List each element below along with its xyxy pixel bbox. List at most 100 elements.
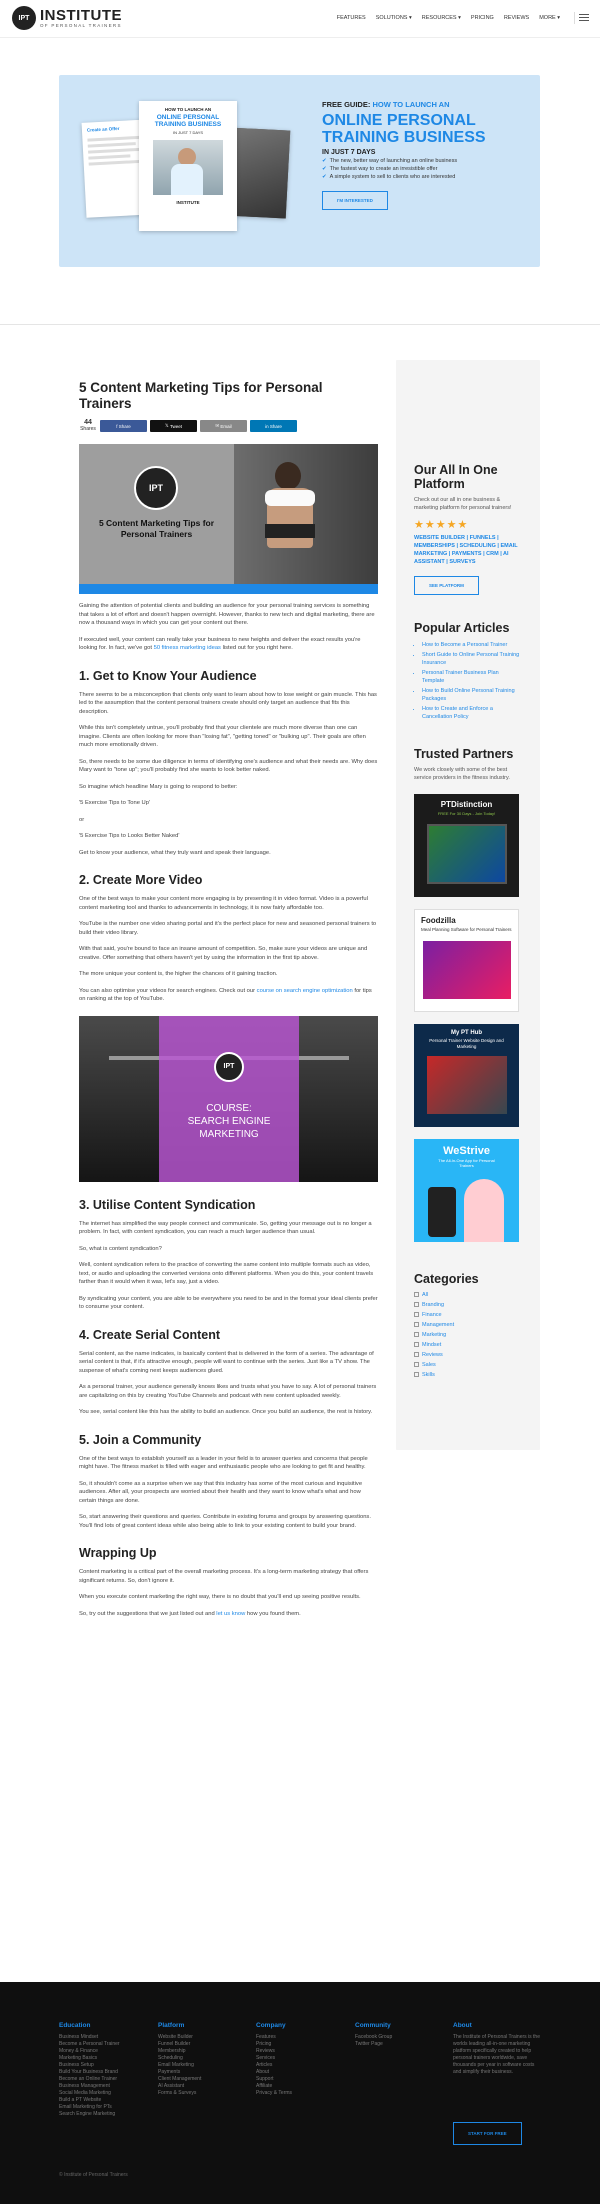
partner-mypthub-ad[interactable]: My PT Hub Personal Trainer Website Desig… bbox=[414, 1023, 519, 1127]
nav-more[interactable]: MORE ▾ bbox=[539, 15, 560, 21]
partners-description: We work closely with some of the best se… bbox=[414, 766, 510, 781]
paragraph: So, it shouldn't come as a surprise when… bbox=[79, 1480, 363, 1504]
article-body: 5 Content Marketing Tips for Personal Tr… bbox=[79, 380, 378, 1618]
platform-features: WEBSITE BUILDER | FUNNELS | MEMBERSHIPS … bbox=[414, 534, 518, 565]
partner-ptdistinction-ad[interactable]: PTDistinction FREE For 30 Days - Join To… bbox=[414, 793, 519, 897]
partner-westrive-ad[interactable]: WeStrive The All-In-One App for Personal… bbox=[414, 1138, 519, 1242]
check-icon: ✔ bbox=[322, 174, 327, 180]
nav-pricing[interactable]: PRICING bbox=[471, 15, 494, 21]
email-share-button[interactable]: ✉ Email bbox=[200, 420, 247, 432]
footer-platform-col: Platform Website Builder Funnel Builder Me… bbox=[158, 2022, 248, 2097]
site-logo[interactable]: IPT INSTITUTE OF PERSONAL TRAINERS bbox=[12, 6, 122, 30]
share-count: 44 Shares bbox=[80, 419, 96, 432]
interested-button[interactable]: I'M INTERESTED bbox=[322, 191, 388, 210]
seo-course-link[interactable]: course on search engine optimization bbox=[257, 988, 353, 994]
hero-title: ONLINE PERSONAL TRAINING BUSINESS bbox=[322, 112, 486, 146]
section-1-heading: 1. Get to Know Your Audience bbox=[79, 668, 257, 683]
paragraph: So, what is content syndication? bbox=[79, 1245, 162, 1252]
facebook-share-button[interactable]: f Share bbox=[100, 420, 147, 432]
platform-heading: Our All In One Platform bbox=[414, 462, 498, 491]
course-label: COURSE: bbox=[206, 1102, 252, 1114]
paragraph: So imagine which headline Mary is going … bbox=[79, 783, 238, 790]
category-skills[interactable]: Skills bbox=[414, 1372, 522, 1378]
paragraph: or bbox=[79, 816, 85, 823]
guide-cover-line1: HOW TO LAUNCH AN bbox=[164, 107, 212, 112]
paragraph: The internet has simplified the way peop… bbox=[79, 1220, 372, 1236]
nav-solutions[interactable]: SOLUTIONS ▾ bbox=[376, 15, 412, 21]
footer-company-col: Company Features Pricing Reviews Services Ar… bbox=[256, 2022, 346, 2097]
contact-link[interactable]: let us know bbox=[216, 1611, 245, 1617]
paragraph: So, try out the suggestions that we just… bbox=[79, 1610, 301, 1617]
nav-reviews[interactable]: REVIEWS bbox=[504, 15, 529, 21]
footer-col-title: Company bbox=[256, 2022, 286, 2029]
section-4-heading: 4. Create Serial Content bbox=[79, 1327, 221, 1342]
hamburger-menu-icon[interactable] bbox=[574, 12, 589, 24]
twitter-share-button[interactable]: 𝕏 Tweet bbox=[150, 420, 197, 432]
category-finance[interactable]: Finance bbox=[414, 1312, 522, 1318]
category-branding[interactable]: Branding bbox=[414, 1302, 522, 1308]
popular-article-link[interactable]: How to Create and Enforce a Cancellation… bbox=[422, 705, 522, 721]
ipt-emblem-icon: IPT bbox=[214, 1051, 244, 1082]
category-all[interactable]: All bbox=[414, 1292, 522, 1298]
platform-description: Check out our all in one business & mark… bbox=[414, 496, 512, 511]
ipt-emblem-icon: IPT bbox=[134, 466, 178, 510]
linkedin-share-button[interactable]: in Share bbox=[250, 420, 297, 432]
paragraph: Get to know your audience, what they tru… bbox=[79, 849, 271, 856]
footer-links[interactable]: Features Pricing Reviews Services Articles Ab… bbox=[256, 2034, 346, 2097]
popular-article-link[interactable]: Personal Trainer Business Plan Template bbox=[422, 669, 522, 685]
folder-icon bbox=[414, 1312, 419, 1317]
categories-list: All Branding Finance Management Marketin… bbox=[414, 1292, 522, 1378]
main-nav: FEATURES SOLUTIONS ▾ RESOURCES ▾ PRICING… bbox=[337, 15, 560, 21]
category-reviews[interactable]: Reviews bbox=[414, 1352, 522, 1358]
see-platform-button[interactable]: SEE PLATFORM bbox=[414, 575, 479, 595]
logo-tagline: OF PERSONAL TRAINERS bbox=[40, 23, 122, 28]
share-bar: 44 Shares f Share 𝕏 Tweet ✉ Email in Shar… bbox=[79, 419, 378, 432]
folder-icon bbox=[414, 1362, 419, 1367]
paragraph: While this isn't completely untrue, you'… bbox=[79, 725, 366, 748]
fitness-marketing-ideas-link[interactable]: 50 fitness marketing ideas bbox=[154, 645, 221, 651]
popular-article-link[interactable]: How to Become a Personal Trainer bbox=[422, 641, 522, 649]
category-sales[interactable]: Sales bbox=[414, 1362, 522, 1368]
category-management[interactable]: Management bbox=[414, 1322, 522, 1328]
hero-eyebrow-link: HOW TO LAUNCH AN bbox=[372, 100, 450, 109]
hero-check-2: ✔ The fastest way to create an irresistib… bbox=[322, 166, 438, 172]
paragraph: Content marketing is a critical part of … bbox=[79, 1569, 369, 1584]
logo-wordmark: INSTITUTE bbox=[40, 7, 122, 24]
paragraph: There seems to be a misconception that c… bbox=[79, 691, 377, 715]
section-5-heading: 5. Join a Community bbox=[79, 1432, 202, 1447]
category-marketing[interactable]: Marketing bbox=[414, 1332, 522, 1338]
featured-image: IPT 5 Content Marketing Tips for Persona… bbox=[79, 444, 378, 594]
paragraph: You see, serial content like this has th… bbox=[79, 1409, 373, 1415]
check-icon: ✔ bbox=[322, 158, 327, 164]
footer-about-text: The Institute of Personal Trainers is th… bbox=[453, 2034, 540, 2075]
folder-icon bbox=[414, 1322, 419, 1327]
guide-cover-photo bbox=[153, 140, 223, 195]
folder-icon bbox=[414, 1332, 419, 1337]
headline-example-2: '5 Exercise Tips to Looks Better Naked' bbox=[79, 833, 180, 839]
partner-foodzilla-ad[interactable]: Foodzilla Meal Planning Software for Per… bbox=[414, 908, 519, 1012]
paragraph: One of the best ways to make your conten… bbox=[79, 896, 368, 911]
footer-links[interactable]: Facebook Group Twitter Page bbox=[355, 2034, 445, 2048]
start-for-free-button[interactable]: START FOR FREE bbox=[453, 2122, 522, 2145]
footer-community-col: Community Facebook Group Twitter Page bbox=[355, 2022, 445, 2048]
paragraph: By syndicating your content, you are abl… bbox=[79, 1295, 378, 1311]
section-2-heading: 2. Create More Video bbox=[79, 873, 203, 887]
nav-features[interactable]: FEATURES bbox=[337, 15, 366, 21]
footer-col-title: About bbox=[453, 2022, 472, 2029]
hero-copy: FREE GUIDE: HOW TO LAUNCH AN ONLINE PERS… bbox=[322, 100, 532, 210]
category-mindset[interactable]: Mindset bbox=[414, 1342, 522, 1348]
guide-cover-line3: IN JUST 7 DAYS bbox=[172, 130, 204, 135]
site-footer: Education Business Mindset Become a Perso… bbox=[0, 1982, 600, 2204]
nav-resources[interactable]: RESOURCES ▾ bbox=[422, 15, 461, 21]
section-3-heading: 3. Utilise Content Syndication bbox=[79, 1197, 256, 1212]
folder-icon bbox=[414, 1352, 419, 1357]
popular-article-link[interactable]: How to Build Online Personal Training Pa… bbox=[422, 687, 522, 703]
popular-article-link[interactable]: Short Guide to Online Personal Training … bbox=[422, 651, 522, 667]
footer-links[interactable]: Website Builder Funnel Builder Membership S… bbox=[158, 2034, 248, 2097]
site-header: IPT INSTITUTE OF PERSONAL TRAINERS FEATU… bbox=[0, 0, 600, 38]
footer-links[interactable]: Business Mindset Become a Personal Traine… bbox=[59, 2034, 149, 2118]
paragraph: Serial content, as the name indicates, i… bbox=[79, 1350, 374, 1374]
paragraph: YouTube is the number one video sharing … bbox=[79, 921, 377, 936]
footer-col-title: Platform bbox=[158, 2022, 185, 2029]
paragraph: As a personal trainer, your audience gen… bbox=[79, 1384, 377, 1399]
